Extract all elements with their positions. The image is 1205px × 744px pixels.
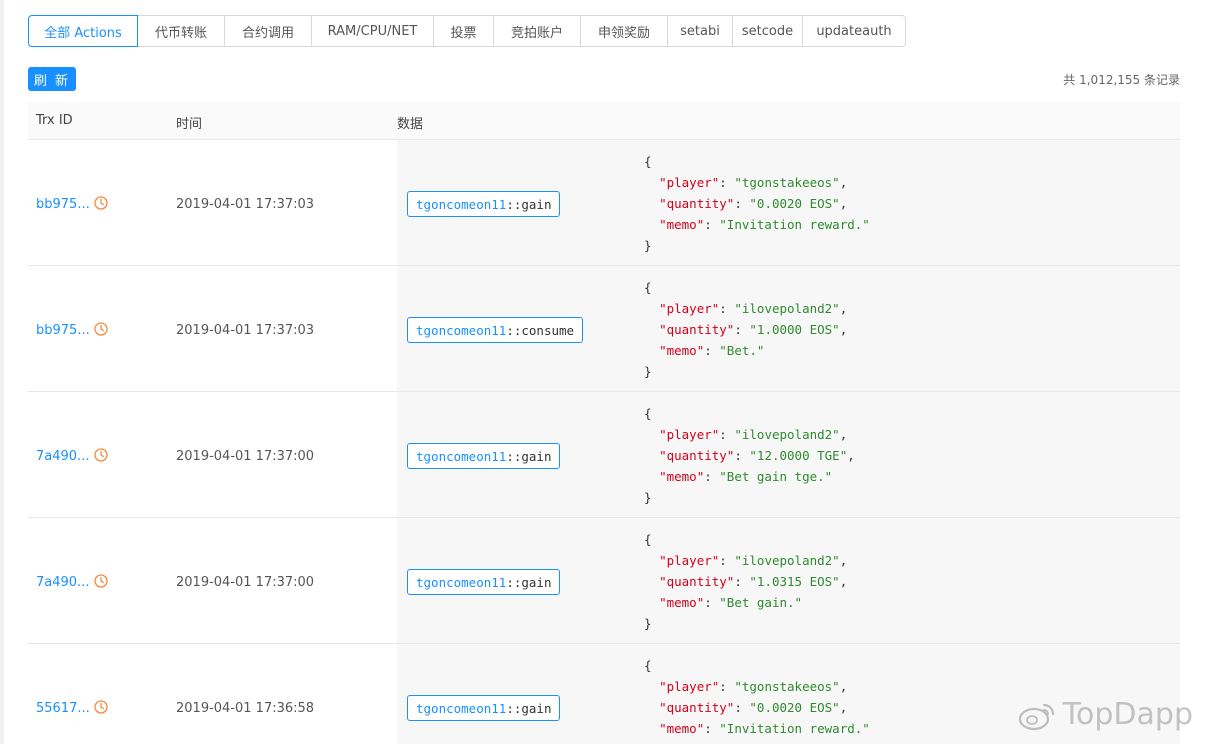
trx-id-link[interactable]: 7a490... bbox=[36, 449, 89, 464]
json-key: "quantity" bbox=[659, 574, 735, 589]
refresh-button[interactable]: 刷 新 bbox=[28, 67, 76, 91]
tab-bid-account[interactable]: 竞拍账户 bbox=[494, 15, 581, 47]
action-account[interactable]: tgoncomeon11 bbox=[416, 575, 506, 590]
action-account[interactable]: tgoncomeon11 bbox=[416, 197, 506, 212]
header-time: 时间 bbox=[176, 117, 203, 132]
json-key: "memo" bbox=[659, 721, 705, 736]
action-time: 2019-04-01 17:36:58 bbox=[176, 701, 315, 716]
action-data-json: { "player": "tgonstakeeos", "quantity": … bbox=[644, 658, 870, 744]
action-name: consume bbox=[521, 322, 575, 338]
action-separator: :: bbox=[506, 448, 522, 464]
tab-all-actions[interactable]: 全部 Actions bbox=[28, 15, 138, 47]
json-value-quantity: "1.0000 EOS" bbox=[749, 322, 840, 337]
json-key: "quantity" bbox=[659, 322, 735, 337]
table-header: Trx ID 时间 数据 bbox=[28, 102, 1180, 140]
action-account[interactable]: tgoncomeon11 bbox=[416, 323, 506, 338]
action-name: gain bbox=[521, 700, 552, 716]
action-tag[interactable]: tgoncomeon11:: gain bbox=[407, 695, 561, 721]
action-tag[interactable]: tgoncomeon11:: gain bbox=[407, 569, 561, 595]
json-key: "memo" bbox=[659, 217, 705, 232]
action-data-json: { "player": "ilovepoland2", "quantity": … bbox=[644, 406, 855, 505]
header-trx-id: Trx ID bbox=[36, 113, 73, 128]
json-key: "player" bbox=[659, 175, 720, 190]
tab-claim-rewards[interactable]: 申领奖励 bbox=[581, 15, 668, 47]
json-key: "player" bbox=[659, 553, 720, 568]
table-row: bb975... 2019-04-01 17:37:03 tgoncomeon1… bbox=[28, 266, 1180, 392]
action-name: gain bbox=[521, 196, 552, 212]
json-key: "player" bbox=[659, 301, 720, 316]
tab-setcode[interactable]: setcode bbox=[733, 15, 803, 47]
action-filter-tabs: 全部 Actions 代币转账 合约调用 RAM/CPU/NET 投票 竞拍账户… bbox=[28, 15, 906, 47]
table-row: 7a490... 2019-04-01 17:37:00 tgoncomeon1… bbox=[28, 392, 1180, 518]
json-value-player: "tgonstakeeos" bbox=[734, 175, 840, 190]
json-key: "player" bbox=[659, 679, 720, 694]
json-key: "player" bbox=[659, 427, 720, 442]
actions-table: Trx ID 时间 数据 bb975... 2019-04-01 17:37:0… bbox=[28, 102, 1180, 744]
json-value-player: "ilovepoland2" bbox=[734, 301, 840, 316]
clock-icon[interactable] bbox=[94, 700, 108, 714]
trx-id-link[interactable]: 55617... bbox=[36, 701, 90, 716]
table-row: 55617... 2019-04-01 17:36:58 tgoncomeon1… bbox=[28, 644, 1180, 744]
json-value-player: "ilovepoland2" bbox=[734, 427, 840, 442]
tab-updateauth[interactable]: updateauth bbox=[803, 15, 906, 47]
action-time: 2019-04-01 17:37:03 bbox=[176, 323, 315, 338]
action-data-json: { "player": "ilovepoland2", "quantity": … bbox=[644, 532, 848, 631]
json-value-memo: "Bet." bbox=[719, 343, 765, 358]
tab-vote[interactable]: 投票 bbox=[434, 15, 494, 47]
tab-setabi[interactable]: setabi bbox=[668, 15, 733, 47]
action-separator: :: bbox=[506, 700, 522, 716]
json-value-player: "tgonstakeeos" bbox=[734, 679, 840, 694]
json-value-quantity: "0.0020 EOS" bbox=[749, 700, 840, 715]
action-separator: :: bbox=[506, 574, 522, 590]
json-key: "memo" bbox=[659, 343, 705, 358]
action-tag[interactable]: tgoncomeon11:: gain bbox=[407, 443, 561, 469]
action-name: gain bbox=[521, 448, 552, 464]
json-value-memo: "Bet gain." bbox=[719, 595, 803, 610]
action-time: 2019-04-01 17:37:00 bbox=[176, 449, 315, 464]
clock-icon[interactable] bbox=[94, 448, 108, 462]
action-separator: :: bbox=[506, 322, 522, 338]
total-records-count: 共 1,012,155 条记录 bbox=[1063, 73, 1180, 87]
action-data-json: { "player": "tgonstakeeos", "quantity": … bbox=[644, 154, 870, 253]
json-value-memo: "Invitation reward." bbox=[719, 217, 870, 232]
tab-contract-call[interactable]: 合约调用 bbox=[225, 15, 312, 47]
table-row: 7a490... 2019-04-01 17:37:00 tgoncomeon1… bbox=[28, 518, 1180, 644]
json-key: "quantity" bbox=[659, 196, 735, 211]
json-key: "quantity" bbox=[659, 448, 735, 463]
trx-id-link[interactable]: bb975... bbox=[36, 323, 90, 338]
action-time: 2019-04-01 17:37:00 bbox=[176, 575, 315, 590]
table-row: bb975... 2019-04-01 17:37:03 tgoncomeon1… bbox=[28, 140, 1180, 266]
json-value-quantity: "12.0000 TGE" bbox=[749, 448, 848, 463]
tab-ram-cpu-net[interactable]: RAM/CPU/NET bbox=[312, 15, 434, 47]
json-key: "quantity" bbox=[659, 700, 735, 715]
json-value-quantity: "1.0315 EOS" bbox=[749, 574, 840, 589]
action-time: 2019-04-01 17:37:03 bbox=[176, 197, 315, 212]
tab-token-transfer[interactable]: 代币转账 bbox=[138, 15, 225, 47]
page: 全部 Actions 代币转账 合约调用 RAM/CPU/NET 投票 竞拍账户… bbox=[0, 0, 1205, 744]
action-data-json: { "player": "ilovepoland2", "quantity": … bbox=[644, 280, 848, 379]
action-tag[interactable]: tgoncomeon11:: gain bbox=[407, 191, 561, 217]
trx-id-link[interactable]: 7a490... bbox=[36, 575, 89, 590]
clock-icon[interactable] bbox=[94, 196, 108, 210]
json-value-quantity: "0.0020 EOS" bbox=[749, 196, 840, 211]
clock-icon[interactable] bbox=[94, 322, 108, 336]
json-value-memo: "Invitation reward." bbox=[719, 721, 870, 736]
header-data: 数据 bbox=[397, 117, 424, 132]
clock-icon[interactable] bbox=[94, 574, 108, 588]
json-key: "memo" bbox=[659, 469, 705, 484]
action-name: gain bbox=[521, 574, 552, 590]
json-value-player: "ilovepoland2" bbox=[734, 553, 840, 568]
action-separator: :: bbox=[506, 196, 522, 212]
left-edge bbox=[0, 0, 4, 744]
json-key: "memo" bbox=[659, 595, 705, 610]
action-account[interactable]: tgoncomeon11 bbox=[416, 701, 506, 716]
action-tag[interactable]: tgoncomeon11:: consume bbox=[407, 317, 584, 343]
action-account[interactable]: tgoncomeon11 bbox=[416, 449, 506, 464]
json-value-memo: "Bet gain tge." bbox=[719, 469, 833, 484]
trx-id-link[interactable]: bb975... bbox=[36, 197, 90, 212]
